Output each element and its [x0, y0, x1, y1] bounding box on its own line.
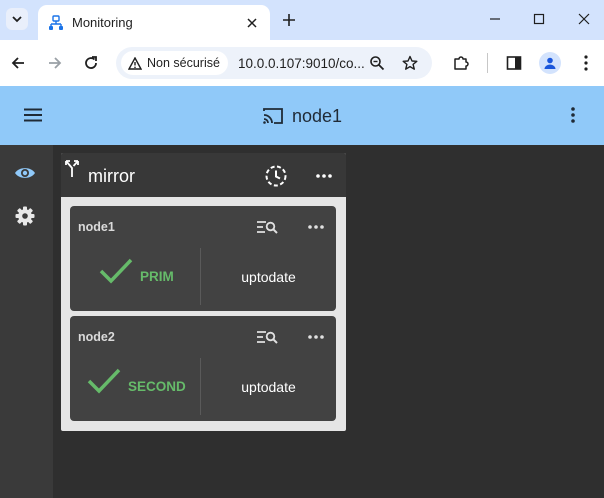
node-name: node1: [78, 220, 115, 234]
chevron-down-icon: [12, 16, 22, 23]
browser-tab-strip: Monitoring: [0, 0, 604, 40]
reload-button[interactable]: [80, 52, 102, 74]
arrow-left-icon: [11, 57, 24, 69]
mirror-panel-title: mirror: [88, 166, 135, 186]
eye-icon: [15, 168, 35, 178]
check-icon: [99, 258, 133, 284]
close-icon: [247, 17, 257, 28]
node-card-node2: node2 SECOND uptodate: [70, 316, 336, 421]
app-more-button[interactable]: [562, 104, 584, 126]
browser-tab-monitoring[interactable]: Monitoring: [38, 5, 270, 40]
node-name: node2: [78, 330, 115, 344]
app-bar: node1: [0, 86, 604, 145]
browser-menu-button[interactable]: [575, 52, 597, 74]
bookmark-button[interactable]: [399, 52, 421, 74]
address-bar[interactable]: Non sécurisé 10.0.0.107:9010/co...: [116, 47, 432, 79]
reload-icon: [85, 56, 97, 69]
search-list-icon[interactable]: [256, 218, 278, 236]
side-panel-icon: [506, 56, 522, 70]
zoom-icon: [370, 56, 385, 71]
back-button[interactable]: [7, 52, 29, 74]
new-tab-button[interactable]: [279, 10, 299, 30]
tab-close-button[interactable]: [242, 13, 262, 33]
plus-icon: [283, 14, 295, 26]
more-horiz-icon: [308, 335, 324, 339]
url-text[interactable]: 10.0.0.107:9010/co...: [238, 56, 366, 71]
gear-icon: [15, 206, 35, 226]
security-chip[interactable]: Non sécurisé: [121, 51, 228, 75]
mirror-panel-more-button[interactable]: [313, 165, 335, 187]
node-role: SECOND: [128, 379, 186, 394]
person-icon: [544, 57, 556, 69]
toolbar-divider: [487, 53, 488, 73]
network-favicon-icon: [49, 14, 63, 30]
forward-button[interactable]: [44, 52, 66, 74]
extensions-button[interactable]: [450, 52, 472, 74]
hamburger-menu-icon: [24, 108, 42, 122]
rail-settings-button[interactable]: [13, 204, 37, 228]
security-label: Non sécurisé: [147, 56, 220, 70]
window-close-button[interactable]: [573, 8, 595, 30]
browser-toolbar: Non sécurisé 10.0.0.107:9010/co...: [0, 40, 604, 86]
arrow-right-icon: [49, 57, 62, 69]
tab-search-button[interactable]: [6, 8, 28, 30]
mirror-panel: mirror node1 PRIM uptodate node2 SECOND …: [61, 153, 346, 431]
more-vert-icon: [584, 55, 588, 71]
check-icon: [87, 368, 121, 394]
node-card-node1: node1 PRIM uptodate: [70, 206, 336, 311]
tab-title: Monitoring: [72, 15, 133, 30]
cast-icon: [263, 108, 283, 124]
minimize-icon: [490, 18, 500, 20]
node-more-button[interactable]: [306, 327, 326, 347]
side-rail: [0, 145, 53, 498]
node-role: PRIM: [140, 269, 174, 284]
star-icon: [402, 55, 418, 70]
close-icon: [578, 13, 590, 25]
minimize-button[interactable]: [484, 8, 506, 30]
node-status: uptodate: [241, 269, 296, 285]
rail-view-button[interactable]: [13, 161, 37, 185]
fork-icon: [65, 160, 79, 177]
maximize-button[interactable]: [528, 8, 550, 30]
app-title-group: node1: [262, 103, 342, 129]
side-panel-button[interactable]: [503, 52, 525, 74]
more-vert-icon: [571, 107, 575, 123]
mirror-panel-header: mirror: [61, 153, 346, 197]
app-title: node1: [292, 105, 343, 126]
more-horiz-icon: [316, 174, 332, 178]
puzzle-icon: [454, 56, 469, 70]
zoom-button[interactable]: [366, 52, 388, 74]
history-icon[interactable]: [264, 164, 288, 188]
search-list-icon[interactable]: [256, 328, 278, 346]
menu-button[interactable]: [22, 104, 44, 126]
warning-icon: [128, 56, 142, 70]
more-horiz-icon: [308, 225, 324, 229]
node-more-button[interactable]: [306, 217, 326, 237]
node-status: uptodate: [241, 379, 296, 395]
maximize-icon: [533, 13, 545, 25]
profile-avatar[interactable]: [539, 52, 561, 74]
